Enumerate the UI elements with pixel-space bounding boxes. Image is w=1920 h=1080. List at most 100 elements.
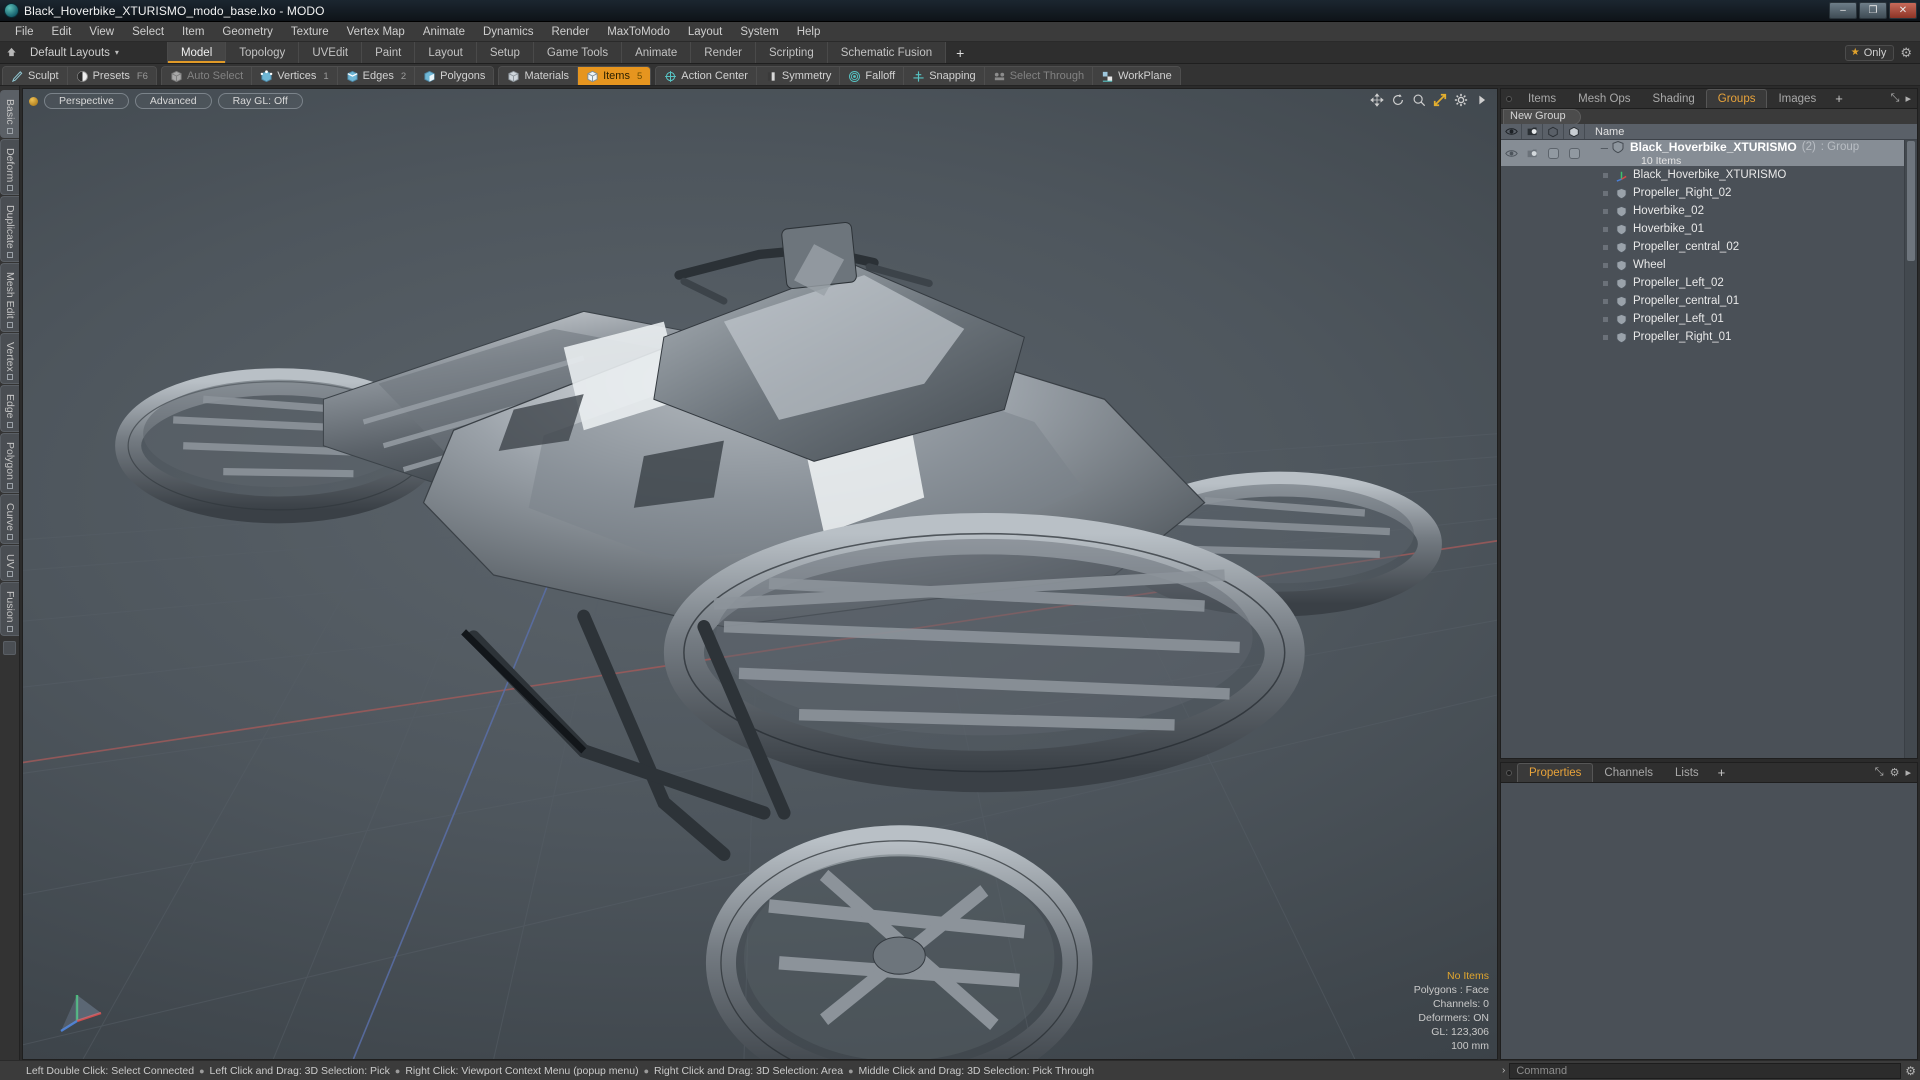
sidebar-item-curve[interactable]: Curve (0, 494, 19, 544)
sculpt-button[interactable]: Sculpt (3, 67, 68, 85)
maximize-button[interactable]: ❐ (1859, 2, 1887, 19)
tab-properties[interactable]: Properties (1517, 763, 1593, 782)
axis-gizmo[interactable] (57, 983, 111, 1037)
only-toggle[interactable]: ★ Only (1845, 45, 1895, 61)
item-row-3[interactable]: Hoverbike_01 (1611, 220, 1917, 238)
tab-layout[interactable]: Layout (415, 42, 477, 63)
tab-uvedit[interactable]: UVEdit (299, 42, 362, 63)
falloff-button[interactable]: Falloff (840, 67, 904, 85)
group-visible-toggle[interactable] (1501, 149, 1522, 158)
add-layout-tab-button[interactable]: + (946, 42, 974, 63)
group-render-toggle[interactable] (1522, 148, 1543, 159)
fit-icon[interactable] (1433, 93, 1447, 107)
viewport-advanced-button[interactable]: Advanced (135, 93, 212, 109)
menu-animate[interactable]: Animate (414, 22, 474, 41)
item-row-4[interactable]: Propeller_central_02 (1611, 238, 1917, 256)
minimize-button[interactable]: – (1829, 2, 1857, 19)
tab-mesh-ops[interactable]: Mesh Ops (1567, 89, 1641, 108)
tab-model[interactable]: Model (167, 42, 226, 63)
list-item[interactable]: Hoverbike_02 (1501, 202, 1917, 220)
workplane-button[interactable]: WorkPlane (1093, 67, 1180, 85)
close-button[interactable]: ✕ (1889, 2, 1917, 19)
list-item[interactable]: Propeller_Right_02 (1501, 184, 1917, 202)
menu-edit[interactable]: Edit (43, 22, 81, 41)
items-button[interactable]: Items 5 (578, 67, 650, 85)
select-through-button[interactable]: Select Through (985, 67, 1093, 85)
menu-render[interactable]: Render (542, 22, 598, 41)
tab-game-tools[interactable]: Game Tools (534, 42, 622, 63)
column-wireframe-header[interactable] (1543, 124, 1564, 139)
expand-panel-icon[interactable]: ⤡ (1875, 766, 1884, 779)
list-item[interactable]: Propeller_central_01 (1501, 292, 1917, 310)
panel-options-arrow-icon[interactable]: ▸ (1905, 766, 1911, 779)
sidebar-item-mesh-edit[interactable]: Mesh Edit (0, 263, 19, 332)
presets-button[interactable]: Presets F6 (68, 67, 156, 85)
3d-viewport[interactable]: Perspective Advanced Ray GL: Off (22, 88, 1498, 1060)
gear-icon[interactable] (1454, 93, 1468, 107)
list-item[interactable]: Propeller_Left_01 (1501, 310, 1917, 328)
symmetry-button[interactable]: Symmetry (757, 67, 841, 85)
default-layouts-dropdown[interactable]: Default Layouts ▾ (22, 42, 127, 63)
tab-topology[interactable]: Topology (226, 42, 299, 63)
snapping-button[interactable]: Snapping (904, 67, 985, 85)
vertices-button[interactable]: Vertices 1 (252, 67, 337, 85)
add-panel-tab-button[interactable]: + (1827, 89, 1851, 108)
menu-texture[interactable]: Texture (282, 22, 338, 41)
menu-help[interactable]: Help (788, 22, 830, 41)
expand-panel-icon[interactable]: ⤡ (1891, 92, 1900, 105)
menu-maxtomodo[interactable]: MaxToModo (598, 22, 679, 41)
sidebar-item-uv[interactable]: UV (0, 545, 19, 582)
list-item[interactable]: Black_Hoverbike_XTURISMO (1501, 166, 1917, 184)
item-row-0[interactable]: Black_Hoverbike_XTURISMO (1611, 166, 1917, 184)
viewport-menu-dot-icon[interactable] (29, 97, 38, 106)
panel-options-arrow-icon[interactable]: ▸ (1905, 92, 1911, 105)
tree-collapse-toggle[interactable]: – (1585, 140, 1611, 155)
sidebar-item-edge[interactable]: Edge (0, 385, 19, 432)
item-row-9[interactable]: Propeller_Right_01 (1611, 328, 1917, 346)
gear-icon[interactable]: ⚙ (1905, 1064, 1916, 1078)
item-row-1[interactable]: Propeller_Right_02 (1611, 184, 1917, 202)
zoom-icon[interactable] (1412, 93, 1426, 107)
new-group-button[interactable]: New Group (1503, 109, 1581, 125)
item-row-8[interactable]: Propeller_Left_01 (1611, 310, 1917, 328)
sidebar-item-deform[interactable]: Deform (0, 139, 19, 195)
tab-groups[interactable]: Groups (1706, 89, 1768, 108)
menu-view[interactable]: View (80, 22, 123, 41)
tab-channels[interactable]: Channels (1593, 763, 1664, 782)
add-properties-tab-button[interactable]: + (1710, 763, 1734, 782)
menu-vertex-map[interactable]: Vertex Map (338, 22, 414, 41)
tab-items[interactable]: Items (1517, 89, 1567, 108)
sidebar-item-duplicate[interactable]: Duplicate (0, 196, 19, 262)
list-item[interactable]: Hoverbike_01 (1501, 220, 1917, 238)
action-center-button[interactable]: Action Center (656, 67, 757, 85)
polygons-button[interactable]: Polygons (415, 67, 493, 85)
group-shaded-checkbox[interactable] (1564, 148, 1585, 159)
menu-file[interactable]: File (6, 22, 43, 41)
tab-images[interactable]: Images (1767, 89, 1827, 108)
item-row-6[interactable]: Propeller_Left_02 (1611, 274, 1917, 292)
move-icon[interactable] (1370, 93, 1384, 107)
command-input[interactable]: Command (1509, 1063, 1901, 1079)
arrow-right-icon[interactable] (1475, 93, 1489, 107)
properties-content-area[interactable] (1501, 783, 1917, 1059)
menu-item[interactable]: Item (173, 22, 213, 41)
menu-dynamics[interactable]: Dynamics (474, 22, 542, 41)
edges-button[interactable]: Edges 2 (338, 67, 416, 85)
column-render-header[interactable] (1522, 124, 1543, 139)
menu-system[interactable]: System (731, 22, 787, 41)
auto-select-button[interactable]: Auto Select (162, 67, 252, 85)
group-row[interactable]: – Black_Hoverbike_XTURISMO (2) : Group 1… (1501, 140, 1917, 166)
list-item[interactable]: Propeller_central_02 (1501, 238, 1917, 256)
sidebar-item-basic[interactable]: Basic (0, 90, 19, 138)
tab-shading[interactable]: Shading (1642, 89, 1706, 108)
group-item-tree[interactable]: – Black_Hoverbike_XTURISMO (2) : Group 1… (1501, 140, 1917, 758)
tab-scripting[interactable]: Scripting (756, 42, 828, 63)
list-item[interactable]: Wheel (1501, 256, 1917, 274)
item-row-7[interactable]: Propeller_central_01 (1611, 292, 1917, 310)
tab-schematic-fusion[interactable]: Schematic Fusion (828, 42, 946, 63)
sidebar-item-polygon[interactable]: Polygon (0, 433, 19, 493)
gear-icon[interactable]: ⚙ (1890, 766, 1900, 779)
item-row-5[interactable]: Wheel (1611, 256, 1917, 274)
group-wireframe-checkbox[interactable] (1543, 148, 1564, 159)
group-list-scrollbar[interactable] (1904, 140, 1917, 758)
